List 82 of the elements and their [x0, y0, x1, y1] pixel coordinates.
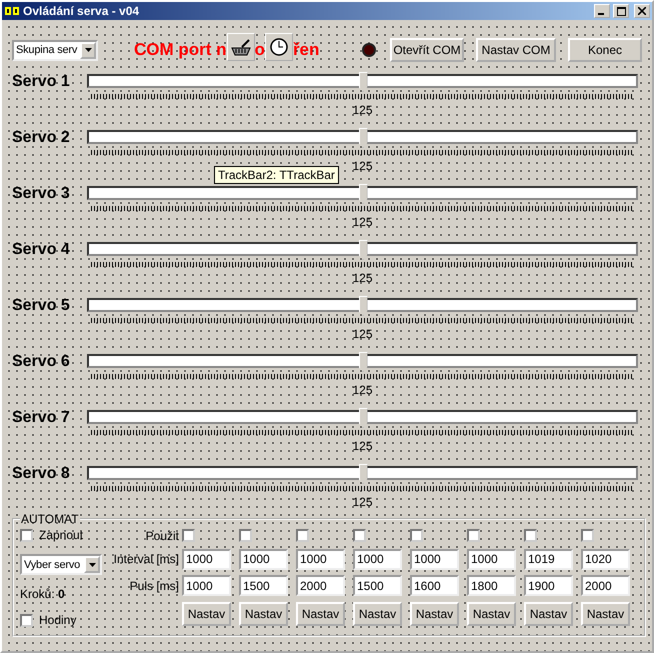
- maximize-icon[interactable]: [613, 4, 629, 18]
- status-text: COM port n: [134, 40, 227, 60]
- slider-value: 125: [352, 159, 373, 173]
- app-icon: [4, 5, 20, 17]
- set-button[interactable]: Nastav: [353, 602, 402, 626]
- checkbox[interactable]: [581, 529, 594, 542]
- steps-text: Kroků: 0: [20, 587, 66, 601]
- minimize-icon[interactable]: [594, 4, 610, 18]
- open-com-button[interactable]: Otevřít COM: [390, 38, 464, 62]
- set-button[interactable]: Nastav: [296, 602, 345, 626]
- group-dropdown[interactable]: Skupina serv: [12, 40, 98, 60]
- slider-thumb[interactable]: [358, 72, 368, 92]
- interval-field[interactable]: 1000: [182, 548, 231, 570]
- set-button[interactable]: Nastav: [581, 602, 630, 626]
- clock-icon[interactable]: [264, 33, 293, 61]
- servo-label: Servo 5: [12, 297, 71, 315]
- slider-value: 125: [352, 439, 373, 453]
- close-icon[interactable]: [634, 4, 650, 18]
- pulse-field[interactable]: 1800: [467, 575, 516, 596]
- checkbox[interactable]: [20, 614, 33, 626]
- checkbox[interactable]: [524, 529, 537, 542]
- interval-field[interactable]: 1000: [296, 548, 345, 570]
- set-button[interactable]: Nastav: [182, 602, 231, 626]
- checkbox[interactable]: [353, 529, 366, 542]
- set-button[interactable]: Nastav: [239, 602, 288, 626]
- servo-label: Servo 3: [12, 185, 71, 203]
- set-com-button[interactable]: Nastav COM: [476, 38, 556, 62]
- slider-value: 125: [352, 103, 373, 117]
- interval-field[interactable]: 1020: [581, 548, 630, 570]
- slider-value: 125: [352, 495, 373, 509]
- pulse-field[interactable]: 1500: [353, 575, 402, 596]
- interval-field[interactable]: 1000: [410, 548, 459, 570]
- slider-thumb[interactable]: [358, 184, 368, 204]
- servo-dropdown[interactable]: Vyber servo: [20, 554, 102, 575]
- interval-field[interactable]: 1000: [239, 548, 288, 570]
- slider-thumb[interactable]: [358, 240, 368, 260]
- slider-thumb[interactable]: [358, 408, 368, 428]
- slider-thumb[interactable]: [358, 128, 368, 148]
- slider-value: 125: [352, 271, 373, 285]
- set-button[interactable]: Nastav: [524, 602, 573, 626]
- set-button[interactable]: Nastav: [410, 602, 459, 626]
- checkbox[interactable]: [467, 529, 480, 542]
- group-title: AUTOMAT: [20, 512, 80, 526]
- checkbox-label: Hodiny: [39, 613, 76, 627]
- pulse-field[interactable]: 1500: [239, 575, 288, 596]
- checkbox-label: Zapnout: [39, 528, 84, 542]
- checkbox[interactable]: [296, 529, 309, 542]
- tooltip: TrackBar2: TTrackBar: [214, 166, 339, 184]
- slider-thumb[interactable]: [358, 296, 368, 316]
- checkbox[interactable]: [20, 528, 33, 542]
- servo-label: Servo 4: [12, 241, 71, 259]
- checkbox[interactable]: [182, 529, 195, 542]
- slider-value: 125: [352, 215, 373, 229]
- slider-value: 125: [352, 327, 373, 341]
- window-title: Ovládání serva - v04: [23, 4, 140, 18]
- slider-thumb[interactable]: [358, 464, 368, 484]
- pulse-field[interactable]: 1900: [524, 575, 573, 596]
- servo-label: Servo 7: [12, 409, 71, 427]
- status-text: řen: [292, 40, 320, 60]
- servo-label: Servo 8: [12, 465, 71, 483]
- interval-field[interactable]: 1000: [353, 548, 402, 570]
- caret-icon: [84, 48, 92, 52]
- pulse-field[interactable]: 2000: [296, 575, 345, 596]
- exit-button[interactable]: Konec: [568, 38, 642, 62]
- slider-value: 125: [352, 383, 373, 397]
- caret-icon: [88, 562, 96, 566]
- interval-field[interactable]: 1000: [467, 548, 516, 570]
- slider-thumb[interactable]: [358, 352, 368, 372]
- pulse-field[interactable]: 1000: [182, 575, 231, 596]
- pulse-field[interactable]: 1600: [410, 575, 459, 596]
- servo-label: Servo 1: [12, 73, 71, 91]
- interval-field[interactable]: 1019: [524, 548, 573, 570]
- checkbox[interactable]: [239, 529, 252, 542]
- servo-label: Servo 2: [12, 129, 71, 147]
- servo-label: Servo 6: [12, 353, 71, 371]
- status-text: o: [254, 40, 265, 60]
- pulse-field[interactable]: 2000: [581, 575, 630, 596]
- row-label: Interval [ms]: [112, 552, 180, 566]
- row-label: Puls [ms]: [128, 578, 180, 593]
- checkbox[interactable]: [410, 529, 423, 542]
- set-button[interactable]: Nastav: [467, 602, 516, 626]
- row-label: Použit: [144, 528, 180, 543]
